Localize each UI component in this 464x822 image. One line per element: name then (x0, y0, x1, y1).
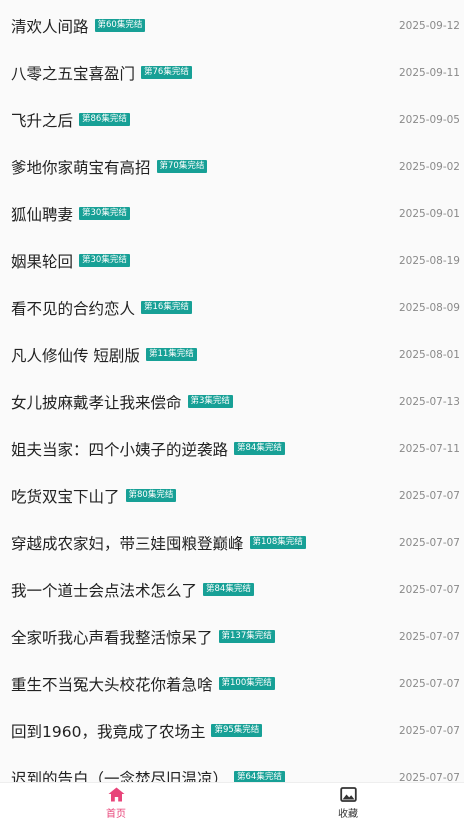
list-item[interactable]: 狐仙聘妻 第30集完结 2025-09-01 (0, 190, 464, 237)
update-date: 2025-07-11 (398, 442, 460, 455)
list-item-info: 全家听我心声看我整活惊呆了 第137集完结 (11, 626, 275, 648)
episode-badge: 第60集完结 (94, 19, 146, 32)
episode-badge: 第30集完结 (79, 207, 130, 220)
list-item-info: 狐仙聘妻 第30集完结 (11, 203, 130, 225)
update-date: 2025-07-07 (398, 583, 460, 596)
list-item-info: 飞升之后 第86集完结 (11, 109, 130, 131)
update-date: 2025-07-07 (398, 489, 460, 502)
tab-favorites-label: 收藏 (338, 809, 358, 820)
drama-list[interactable]: 清欢人间路 第60集完结 2025-09-12 八零之五宝喜盈门 第76集完结 2025-… (0, 0, 464, 782)
update-date: 2025-07-13 (398, 395, 460, 408)
tab-home-label: 首页 (106, 809, 126, 820)
drama-title: 飞升之后 (11, 111, 74, 130)
list-item-info: 姐夫当家：四个小姨子的逆袭路 第84集完结 (11, 438, 285, 460)
list-item[interactable]: 凡人修仙传 短剧版 第11集完结 2025-08-01 (0, 331, 464, 378)
list-item-info: 爹地你家萌宝有高招 第70集完结 (11, 156, 208, 178)
drama-title: 女儿披麻戴孝让我来偿命 (11, 393, 182, 412)
list-item[interactable]: 女儿披麻戴孝让我来偿命 第3集完结 2025-07-13 (0, 378, 464, 425)
list-item-info: 女儿披麻戴孝让我来偿命 第3集完结 (11, 391, 233, 413)
episode-badge: 第108集完结 (249, 536, 306, 549)
list-item[interactable]: 姻果轮回 第30集完结 2025-08-19 (0, 237, 464, 284)
home-icon (108, 787, 124, 802)
list-item-info: 回到1960，我竟成了农场主 第95集完结 (11, 720, 263, 742)
bottom-tab-bar: 首页 收藏 (0, 782, 464, 822)
list-item-info: 姻果轮回 第30集完结 (11, 250, 130, 272)
update-date: 2025-07-07 (398, 771, 460, 783)
update-date: 2025-08-01 (398, 348, 460, 361)
list-item-info: 迟到的告白（一念焚尽旧温凉） 第64集完结 (11, 767, 285, 783)
episode-badge: 第30集完结 (79, 254, 130, 267)
list-item[interactable]: 飞升之后 第86集完结 2025-09-05 (0, 96, 464, 143)
drama-title: 吃货双宝下山了 (11, 487, 120, 506)
list-item-info: 看不见的合约恋人 第16集完结 (11, 297, 192, 319)
drama-title: 凡人修仙传 短剧版 (11, 346, 140, 365)
list-item[interactable]: 全家听我心声看我整活惊呆了 第137集完结 2025-07-07 (0, 613, 464, 660)
app-screen: 清欢人间路 第60集完结 2025-09-12 八零之五宝喜盈门 第76集完结 2025-… (0, 0, 464, 822)
list-item[interactable]: 姐夫当家：四个小姨子的逆袭路 第84集完结 2025-07-11 (0, 425, 464, 472)
update-date: 2025-07-07 (398, 630, 460, 643)
episode-badge: 第84集完结 (234, 442, 285, 455)
tab-favorites[interactable]: 收藏 (232, 783, 464, 822)
list-item[interactable]: 重生不当冤大头校花你着急啥 第100集完结 2025-07-07 (0, 660, 464, 707)
list-item[interactable]: 回到1960，我竟成了农场主 第95集完结 2025-07-07 (0, 707, 464, 754)
drama-title: 全家听我心声看我整活惊呆了 (11, 628, 213, 647)
list-item[interactable]: 我一个道士会点法术怎么了 第84集完结 2025-07-07 (0, 566, 464, 613)
episode-badge: 第3集完结 (187, 395, 233, 408)
update-date: 2025-08-09 (398, 301, 460, 314)
list-item[interactable]: 爹地你家萌宝有高招 第70集完结 2025-09-02 (0, 143, 464, 190)
update-date: 2025-07-07 (398, 724, 460, 737)
episode-badge: 第11集完结 (145, 348, 197, 361)
list-item-info: 穿越成农家妇，带三娃囤粮登巅峰 第108集完结 (11, 532, 306, 554)
update-date: 2025-08-19 (398, 254, 460, 267)
update-date: 2025-09-12 (398, 19, 460, 32)
list-item[interactable]: 清欢人间路 第60集完结 2025-09-12 (0, 2, 464, 49)
drama-title: 爹地你家萌宝有高招 (11, 158, 151, 177)
list-item-info: 吃货双宝下山了 第80集完结 (11, 485, 177, 507)
drama-title: 清欢人间路 (11, 17, 89, 36)
episode-badge: 第70集完结 (156, 160, 208, 173)
episode-badge: 第64集完结 (234, 771, 285, 782)
drama-title: 八零之五宝喜盈门 (11, 64, 136, 83)
list-item[interactable]: 吃货双宝下山了 第80集完结 2025-07-07 (0, 472, 464, 519)
list-item[interactable]: 看不见的合约恋人 第16集完结 2025-08-09 (0, 284, 464, 331)
episode-badge: 第16集完结 (141, 301, 192, 314)
list-item[interactable]: 迟到的告白（一念焚尽旧温凉） 第64集完结 2025-07-07 (0, 754, 464, 782)
episode-badge: 第76集完结 (141, 66, 192, 79)
image-icon (339, 787, 357, 802)
list-item-info: 重生不当冤大头校花你着急啥 第100集完结 (11, 673, 275, 695)
episode-badge: 第84集完结 (203, 583, 254, 596)
tab-home[interactable]: 首页 (0, 783, 232, 822)
update-date: 2025-07-07 (398, 536, 460, 549)
episode-badge: 第86集完结 (79, 113, 130, 126)
update-date: 2025-09-11 (398, 66, 460, 79)
drama-title: 我一个道士会点法术怎么了 (11, 581, 198, 600)
episode-badge: 第95集完结 (211, 724, 263, 737)
list-item-info: 八零之五宝喜盈门 第76集完结 (11, 62, 192, 84)
drama-title: 穿越成农家妇，带三娃囤粮登巅峰 (11, 534, 244, 553)
update-date: 2025-09-02 (398, 160, 460, 173)
drama-title: 看不见的合约恋人 (11, 299, 136, 318)
update-date: 2025-07-07 (398, 677, 460, 690)
list-item-info: 我一个道士会点法术怎么了 第84集完结 (11, 579, 254, 601)
drama-title: 迟到的告白（一念焚尽旧温凉） (11, 769, 229, 783)
drama-title: 狐仙聘妻 (11, 205, 74, 224)
episode-badge: 第80集完结 (125, 489, 177, 502)
update-date: 2025-09-01 (398, 207, 460, 220)
drama-title: 重生不当冤大头校花你着急啥 (11, 675, 213, 694)
episode-badge: 第100集完结 (218, 677, 275, 690)
update-date: 2025-09-05 (398, 113, 460, 126)
drama-title: 姻果轮回 (11, 252, 74, 271)
list-item-info: 凡人修仙传 短剧版 第11集完结 (11, 344, 197, 366)
episode-badge: 第137集完结 (218, 630, 275, 643)
drama-title: 姐夫当家：四个小姨子的逆袭路 (11, 440, 229, 459)
list-item[interactable]: 八零之五宝喜盈门 第76集完结 2025-09-11 (0, 49, 464, 96)
list-item-info: 清欢人间路 第60集完结 (11, 15, 146, 37)
list-item[interactable]: 穿越成农家妇，带三娃囤粮登巅峰 第108集完结 2025-07-07 (0, 519, 464, 566)
drama-title: 回到1960，我竟成了农场主 (11, 722, 206, 741)
